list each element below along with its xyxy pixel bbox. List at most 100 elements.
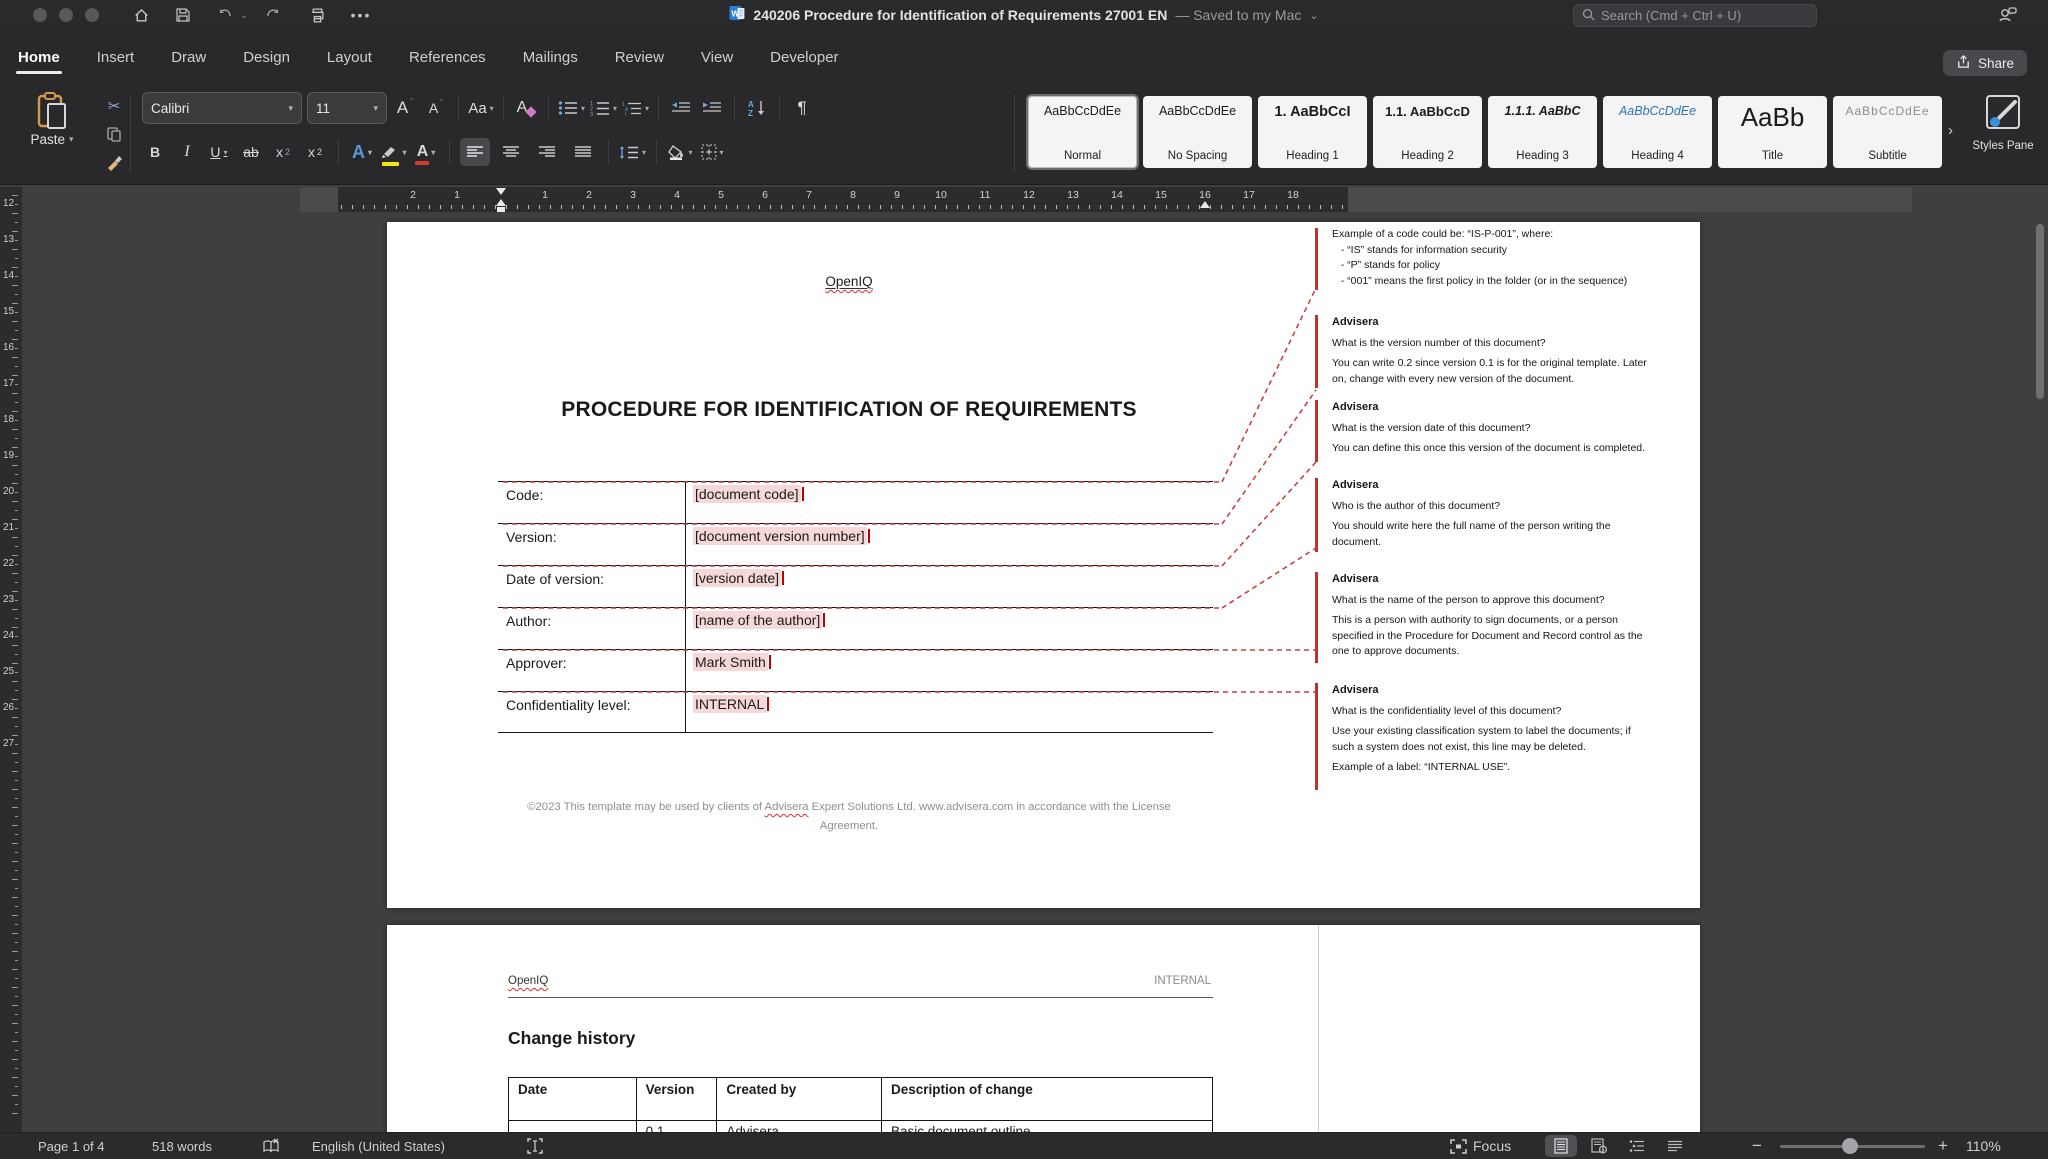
table-row-label[interactable]: Confidentiality level:	[498, 692, 685, 732]
comment-block[interactable]: AdviseraWhat is the confidentiality leve…	[1332, 683, 1692, 776]
tab-mailings[interactable]: Mailings	[521, 35, 580, 80]
undo-dropdown-icon[interactable]: ⌄	[238, 4, 250, 26]
document-heading[interactable]: PROCEDURE FOR IDENTIFICATION OF REQUIREM…	[387, 398, 1311, 422]
table-row-label[interactable]: Version:	[498, 524, 685, 565]
proofing-status-icon[interactable]	[262, 1133, 281, 1159]
comment-block[interactable]: Example of a code could be: “IS-P-001”, …	[1332, 227, 1692, 289]
history-header-cell[interactable]: Created by	[717, 1078, 882, 1120]
save-icon[interactable]	[172, 4, 194, 26]
right-indent-marker[interactable]	[1200, 201, 1210, 208]
page2-header-logo[interactable]: OpenIQ	[508, 975, 548, 987]
show-paragraph-marks-button[interactable]: ¶	[789, 94, 815, 122]
print-icon[interactable]	[306, 4, 328, 26]
table-row[interactable]: Approver: Mark Smith	[498, 649, 1213, 691]
share-button[interactable]: Share	[1943, 50, 2027, 76]
table-row-value[interactable]: [document code]	[685, 482, 1213, 523]
page-number-status[interactable]: Page 1 of 4	[38, 1133, 105, 1159]
align-center-button[interactable]	[496, 138, 526, 166]
multilevel-list-button[interactable]: 1ai▾	[622, 94, 649, 122]
table-row[interactable]: Date of version:[version date]	[498, 565, 1213, 607]
tab-home[interactable]: Home	[16, 35, 62, 80]
align-left-button[interactable]	[460, 138, 490, 166]
history-header-cell[interactable]: Date	[509, 1078, 637, 1120]
comment-block[interactable]: AdviseraWho is the author of this docume…	[1332, 478, 1692, 550]
table-row-value[interactable]: [document version number]	[685, 524, 1213, 565]
table-row-label[interactable]: Approver:	[498, 650, 685, 691]
tracked-value[interactable]: INTERNAL	[693, 695, 766, 713]
bullets-button[interactable]: ▾	[558, 94, 585, 122]
selection-mode-icon[interactable]	[527, 1133, 543, 1159]
vertical-scrollbar[interactable]	[2036, 224, 2044, 399]
clear-formatting-button[interactable]: A	[513, 94, 539, 122]
format-painter-button[interactable]	[102, 150, 126, 174]
first-line-indent-marker[interactable]	[496, 188, 506, 195]
hanging-indent-marker[interactable]	[496, 199, 506, 206]
font-size-select[interactable]: 11▾	[307, 92, 387, 124]
tab-view[interactable]: View	[699, 35, 735, 80]
horizontal-ruler[interactable]: 21123456789101112131415161718	[300, 187, 1912, 212]
search-input[interactable]: Search (Cmd + Ctrl + U)	[1573, 4, 1817, 27]
table-row[interactable]: Confidentiality level: INTERNAL	[498, 691, 1213, 733]
comment-block[interactable]: AdviseraWhat is the version number of th…	[1332, 315, 1692, 387]
decrease-indent-button[interactable]	[668, 94, 694, 122]
word-count-status[interactable]: 518 words	[152, 1133, 212, 1159]
tracked-value[interactable]: [version date]	[693, 569, 781, 587]
page-1[interactable]: OpenIQ PROCEDURE FOR IDENTIFICATION OF R…	[387, 222, 1700, 908]
shrink-font-button[interactable]: Aˇ	[423, 94, 449, 122]
zoom-out-button[interactable]: −	[1752, 1133, 1762, 1159]
tab-draw[interactable]: Draw	[169, 35, 208, 80]
align-right-button[interactable]	[532, 138, 562, 166]
comment-block[interactable]: AdviseraWhat is the version date of this…	[1332, 400, 1692, 457]
style-card-subtitle[interactable]: AaBbCcDdEeSubtitle	[1833, 96, 1942, 168]
company-logo-text[interactable]: OpenIQ	[387, 274, 1311, 289]
line-spacing-button[interactable]: ▾	[619, 138, 646, 166]
superscript-button[interactable]: x2	[302, 138, 328, 166]
highlight-color-button[interactable]: ▾	[381, 138, 407, 166]
grow-font-button[interactable]: Aˆ	[392, 94, 418, 122]
style-card-heading-2[interactable]: 1.1. AaBbCcDHeading 2	[1373, 96, 1482, 168]
increase-indent-button[interactable]	[699, 94, 725, 122]
presence-share-icon[interactable]	[1996, 4, 2018, 26]
zoom-percentage[interactable]: 110%	[1966, 1133, 2001, 1159]
print-layout-view-button[interactable]	[1545, 1135, 1577, 1157]
change-history-table[interactable]: DateVersionCreated byDescription of chan…	[508, 1077, 1213, 1133]
numbering-button[interactable]: 123▾	[590, 94, 617, 122]
undo-icon[interactable]	[214, 4, 236, 26]
change-history-heading[interactable]: Change history	[508, 1028, 635, 1049]
zoom-window-button[interactable]	[85, 8, 99, 22]
table-row-value[interactable]: INTERNAL	[685, 692, 1213, 732]
style-card-heading-3[interactable]: 1.1.1. AaBbCHeading 3	[1488, 96, 1597, 168]
style-card-heading-1[interactable]: 1. AaBbCcIHeading 1	[1258, 96, 1367, 168]
table-row[interactable]: Version:[document version number]	[498, 523, 1213, 565]
table-row-value[interactable]: Mark Smith	[685, 650, 1213, 691]
more-commands-icon[interactable]: •••	[350, 4, 372, 26]
zoom-slider-thumb[interactable]	[1842, 1138, 1858, 1154]
redo-icon[interactable]	[262, 4, 284, 26]
history-header-cell[interactable]: Description of change	[882, 1078, 1212, 1120]
table-row-value[interactable]: [name of the author]	[685, 608, 1213, 649]
tracked-value[interactable]: [name of the author]	[693, 611, 822, 629]
borders-button[interactable]: ▾	[699, 138, 725, 166]
tracked-value[interactable]: Mark Smith	[693, 653, 768, 671]
tab-layout[interactable]: Layout	[325, 35, 374, 80]
style-card-title[interactable]: AaBbTitle	[1718, 96, 1827, 168]
tab-developer[interactable]: Developer	[768, 35, 840, 80]
table-row-value[interactable]: [version date]	[685, 566, 1213, 607]
history-header-cell[interactable]: Version	[637, 1078, 718, 1120]
underline-button[interactable]: U▾	[206, 138, 232, 166]
style-card-no-spacing[interactable]: AaBbCcDdEeNo Spacing	[1143, 96, 1252, 168]
paste-button[interactable]: Paste▾	[20, 92, 84, 176]
tracked-value[interactable]: [document code]	[693, 485, 801, 503]
cut-button[interactable]: ✂	[102, 94, 126, 118]
styles-pane-button[interactable]: Styles Pane	[1972, 92, 2034, 153]
page-2[interactable]: OpenIQ INTERNAL Change history DateVersi…	[387, 925, 1700, 1133]
table-row-label[interactable]: Code:	[498, 482, 685, 523]
left-indent-marker[interactable]	[497, 207, 505, 212]
styles-gallery-more-icon[interactable]: ›	[1948, 122, 1953, 139]
bold-button[interactable]: B	[142, 138, 168, 166]
draft-view-button[interactable]	[1659, 1135, 1691, 1157]
sort-button[interactable]: AZ	[744, 94, 770, 122]
language-status[interactable]: English (United States)	[312, 1133, 445, 1159]
style-card-heading-4[interactable]: AaBbCcDdEeHeading 4	[1603, 96, 1712, 168]
style-card-normal[interactable]: AaBbCcDdEeNormal	[1028, 96, 1137, 168]
